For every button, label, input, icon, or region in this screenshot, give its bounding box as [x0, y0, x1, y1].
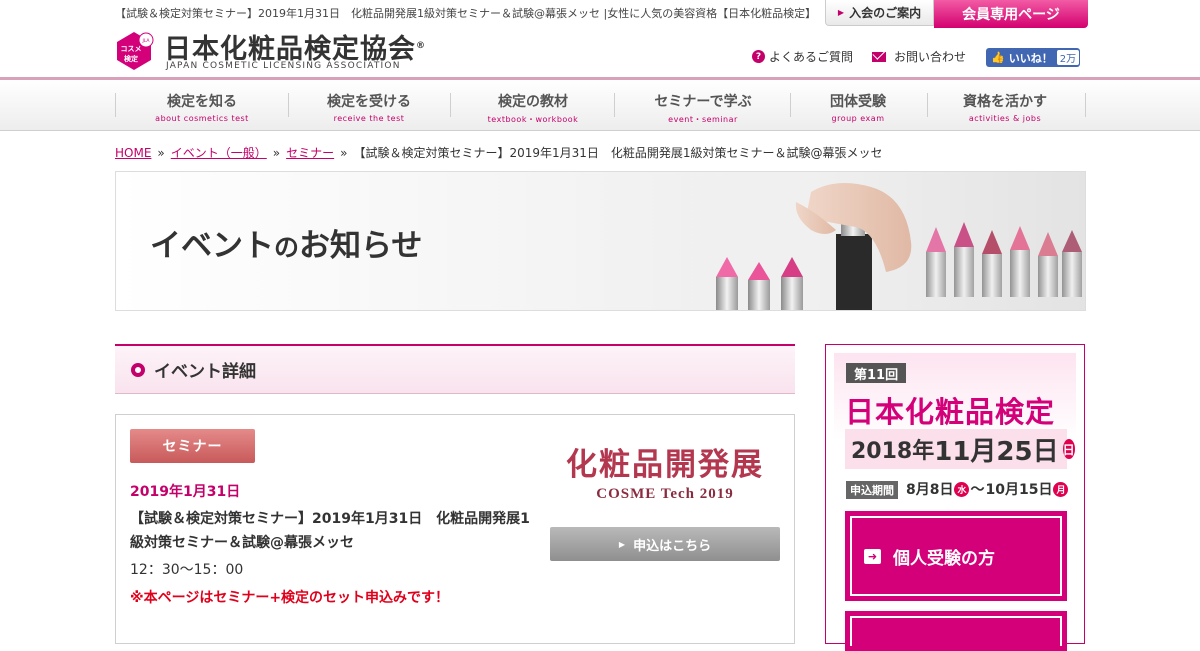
event-detail-card: セミナー 2019年1月31日 【試験＆検定対策セミナー】2019年1月31日 … — [115, 414, 795, 644]
nav-sublabel: event・seminar — [668, 115, 738, 124]
application-end: 10月15日 — [985, 482, 1053, 498]
logo-subtitle: JAPAN COSMETIC LICENSING ASSOCIATION — [166, 61, 401, 71]
breadcrumb-separator: » — [340, 146, 348, 160]
nav-label: 検定を知る — [167, 94, 237, 110]
apply-label: 申込はこちら — [633, 538, 712, 554]
nav-item-receive[interactable]: 検定を受ける receive the test — [314, 91, 424, 123]
banner-title: イベントのお知らせ — [150, 220, 422, 265]
nav-divider — [790, 93, 791, 117]
application-period: 8月8日水～ 10月15日月 — [906, 479, 1069, 499]
triangle-right-icon: ▶ — [837, 8, 845, 17]
nav-divider — [927, 93, 928, 117]
exam-date: 2018年 11月 25日日 — [845, 429, 1075, 469]
facebook-like-button[interactable]: 👍 いいね！ 2万 — [986, 48, 1080, 67]
nav-item-activities[interactable]: 資格を活かす activities & jobs — [948, 91, 1062, 123]
nav-label: 検定を受ける — [327, 94, 411, 110]
nav-sublabel: receive the test — [333, 114, 405, 123]
nav-label: 検定の教材 — [498, 94, 568, 110]
circle-bullet-icon — [131, 362, 145, 377]
nav-label: 団体受験 — [830, 94, 886, 110]
contact-label: お問い合わせ — [894, 50, 967, 64]
nav-label: セミナーで学ぶ — [654, 94, 752, 110]
like-label: いいね！ — [1008, 51, 1053, 65]
logo-mark-badge: JLA — [141, 38, 150, 44]
section-title: イベント詳細 — [154, 362, 256, 382]
exam-date-month: 11月 — [934, 436, 997, 467]
breadcrumb: HOME » イベント（一般） » セミナー » 【試験＆検定対策セミナー】2019年1月3… — [115, 144, 883, 161]
nav-sublabel: activities & jobs — [968, 114, 1042, 123]
application-tilde: ～ — [970, 482, 985, 498]
banner-title-part: イベント — [150, 228, 274, 264]
exam-date-day: 25日 — [996, 436, 1059, 467]
apply-button[interactable]: ▶ 申込はこちら — [550, 527, 780, 561]
individual-exam-button[interactable]: ➜ 個人受験の方 — [845, 511, 1067, 601]
exam-title: 日本化粧品検定 — [845, 395, 1056, 429]
breadcrumb-home[interactable]: HOME — [115, 146, 151, 160]
nav-sublabel: textbook・workbook — [487, 115, 579, 124]
application-start: 8月8日 — [906, 482, 954, 498]
weekday-badge: 月 — [1053, 481, 1069, 497]
breadcrumb-separator: » — [157, 146, 165, 160]
group-exam-inner — [850, 616, 1062, 646]
event-note: ※本ページはセミナー+検定のセット申込みです！ — [130, 590, 450, 606]
breadcrumb-current: 【試験＆検定対策セミナー】2019年1月31日 化粧品開発展1級対策セミナー＆試… — [353, 146, 883, 160]
join-info-button[interactable]: ▶ 入会のご案内 — [825, 0, 934, 26]
expo-logo: 化粧品開発展 COSME Tech 2019 — [550, 431, 780, 511]
weekday-badge: 日 — [1062, 439, 1075, 459]
faq-label: よくあるご質問 — [769, 50, 854, 64]
like-count: 2万 — [1056, 50, 1080, 65]
thumbs-up-icon: 👍 — [991, 51, 1005, 64]
nav-sublabel: group exam — [831, 114, 885, 123]
nav-divider — [614, 93, 615, 117]
expo-name-en: COSME Tech 2019 — [596, 486, 734, 502]
page-banner: イベントのお知らせ — [115, 171, 1086, 311]
individual-exam-inner: ➜ 個人受験の方 — [850, 516, 1062, 596]
breadcrumb-event[interactable]: イベント（一般） — [171, 146, 267, 160]
banner-title-part: の — [274, 233, 300, 262]
breadcrumb-separator: » — [272, 146, 281, 160]
event-time: 12：30～15：00 — [130, 562, 244, 578]
weekday-badge: 水 — [954, 481, 970, 497]
faq-link[interactable]: ? よくあるご質問 — [752, 48, 853, 65]
nav-label: 資格を活かす — [963, 94, 1047, 110]
triangle-right-icon: ▶ — [618, 539, 626, 549]
application-period-label: 申込期間 — [846, 481, 898, 499]
logo-mark-bottom: 検定 — [124, 54, 138, 63]
category-badge[interactable]: セミナー — [130, 429, 255, 463]
nav-item-group[interactable]: 団体受験 group exam — [810, 91, 906, 123]
lipstick-photo — [686, 172, 1085, 310]
contact-link[interactable]: お問い合わせ — [872, 48, 966, 65]
banner-title-part: お知らせ — [299, 228, 423, 264]
header-top-line: 【試験＆検定対策セミナー】2019年1月31日 化粧品開発展1級対策セミナー＆試… — [115, 7, 817, 20]
logo-mark-icon[interactable]: JLA コスメ 検定 — [114, 31, 154, 71]
expo-name: 化粧品開発展 — [566, 447, 764, 483]
event-title: 【試験＆検定対策セミナー】2019年1月31日 化粧品開発展1級対策セミナー＆試… — [130, 511, 530, 551]
group-exam-button[interactable] — [845, 611, 1067, 651]
nav-divider — [1085, 93, 1086, 117]
mail-icon — [872, 51, 886, 62]
section-heading: イベント詳細 — [115, 344, 795, 394]
breadcrumb-seminar[interactable]: セミナー — [286, 146, 334, 160]
nav-item-textbook[interactable]: 検定の教材 textbook・workbook — [478, 91, 588, 125]
question-icon: ? — [752, 50, 765, 63]
nav-divider — [115, 93, 116, 117]
join-info-label: 入会のご案内 — [849, 6, 922, 20]
individual-exam-label: 個人受験の方 — [893, 548, 995, 569]
exam-date-year: 2018年 — [851, 439, 935, 464]
nav-item-about[interactable]: 検定を知る about cosmetics test — [150, 91, 254, 123]
nav-sublabel: about cosmetics test — [155, 114, 249, 123]
exam-edition-badge: 第11回 — [846, 363, 907, 383]
arrow-right-icon: ➜ — [864, 548, 881, 564]
logo-mark-top: コスメ — [121, 45, 142, 53]
nav-divider — [450, 93, 451, 117]
event-date: 2019年1月31日 — [130, 484, 241, 500]
nav-item-seminar[interactable]: セミナーで学ぶ event・seminar — [641, 91, 765, 125]
registered-mark: ® — [416, 41, 426, 51]
nav-divider — [288, 93, 289, 117]
global-nav: 検定を知る about cosmetics test 検定を受ける receiv… — [0, 80, 1200, 131]
exam-promo-box: 第11回 日本化粧品検定 2018年 11月 25日日 申込期間 8月8日水～ 10月… — [825, 344, 1085, 651]
member-page-button[interactable]: 会員専用ページ — [934, 0, 1088, 28]
